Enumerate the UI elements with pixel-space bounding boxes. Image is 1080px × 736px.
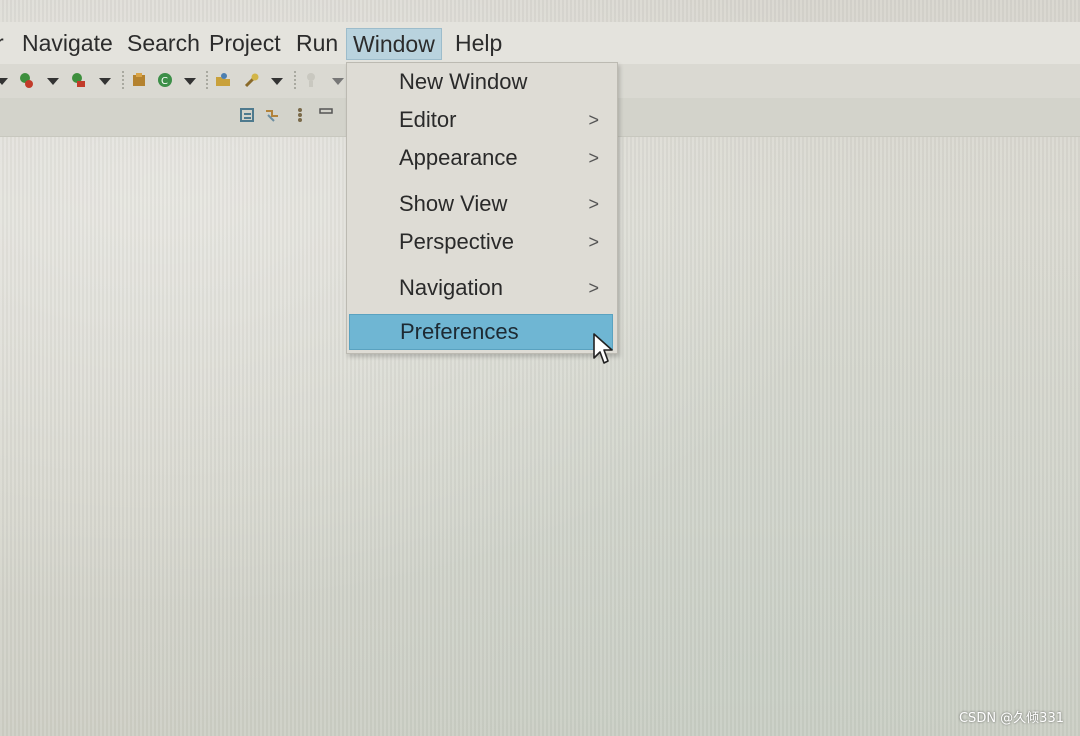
menu-bar: r Navigate Search Project Run Window Hel… bbox=[0, 22, 1080, 64]
search-icon[interactable] bbox=[244, 72, 260, 88]
debug-dropdown-arrow[interactable] bbox=[47, 78, 59, 85]
menu-item-appearance[interactable]: Appearance > bbox=[347, 141, 613, 175]
menu-item-perspective[interactable]: Perspective > bbox=[347, 225, 613, 259]
menu-item-label: Preferences bbox=[400, 319, 519, 344]
toolbar-separator bbox=[122, 71, 124, 91]
menu-item-label: Show View bbox=[399, 191, 508, 216]
submenu-chevron-icon: > bbox=[588, 232, 599, 252]
menu-item-editor[interactable]: Editor > bbox=[347, 103, 613, 137]
debug-icon[interactable] bbox=[18, 72, 34, 88]
search-dropdown-arrow[interactable] bbox=[271, 78, 283, 85]
minimize-icon[interactable] bbox=[318, 103, 334, 119]
annotation-dropdown-arrow[interactable] bbox=[332, 78, 344, 85]
menu-help[interactable]: Help bbox=[455, 28, 502, 58]
run-dropdown-arrow[interactable] bbox=[99, 78, 111, 85]
link-editor-icon[interactable] bbox=[264, 107, 280, 123]
menu-item-label: Navigation bbox=[399, 275, 503, 300]
svg-text:C: C bbox=[161, 76, 168, 87]
open-type-icon[interactable] bbox=[215, 72, 231, 88]
menu-navigate[interactable]: Navigate bbox=[22, 28, 113, 58]
window-menu-dropdown: New Window Editor > Appearance > Show Vi… bbox=[346, 62, 618, 354]
menu-item-preferences[interactable]: Preferences bbox=[349, 314, 613, 350]
toolbar-separator bbox=[206, 71, 208, 91]
menu-file-fragment[interactable]: r bbox=[0, 28, 4, 58]
annotation-icon[interactable] bbox=[303, 72, 319, 88]
new-class-dropdown-arrow[interactable] bbox=[184, 78, 196, 85]
menu-item-label: New Window bbox=[399, 69, 528, 94]
menu-project[interactable]: Project bbox=[209, 28, 281, 58]
submenu-chevron-icon: > bbox=[588, 194, 599, 214]
toolbar-dropdown-arrow[interactable] bbox=[0, 78, 8, 85]
menu-item-label: Editor bbox=[399, 107, 457, 132]
submenu-chevron-icon: > bbox=[588, 278, 599, 298]
new-package-icon[interactable] bbox=[131, 72, 147, 88]
submenu-chevron-icon: > bbox=[588, 148, 599, 168]
new-class-icon[interactable]: C bbox=[157, 72, 173, 88]
toggle-mark-occurrences-icon[interactable] bbox=[239, 107, 255, 123]
menu-item-label: Perspective bbox=[399, 229, 514, 254]
submenu-chevron-icon: > bbox=[588, 110, 599, 130]
mouse-pointer-icon bbox=[593, 333, 613, 364]
outline-icon[interactable] bbox=[292, 107, 308, 123]
menu-window[interactable]: Window bbox=[346, 28, 442, 60]
menu-run[interactable]: Run bbox=[296, 28, 338, 58]
run-icon[interactable] bbox=[70, 72, 86, 88]
menu-item-new-window[interactable]: New Window bbox=[347, 65, 613, 99]
menu-item-label: Appearance bbox=[399, 145, 518, 170]
menu-item-navigation[interactable]: Navigation > bbox=[347, 271, 613, 305]
menu-search[interactable]: Search bbox=[127, 28, 200, 58]
watermark: CSDN @久倾331 bbox=[958, 711, 1064, 726]
toolbar-separator bbox=[294, 71, 296, 91]
menu-item-show-view[interactable]: Show View > bbox=[347, 187, 613, 221]
